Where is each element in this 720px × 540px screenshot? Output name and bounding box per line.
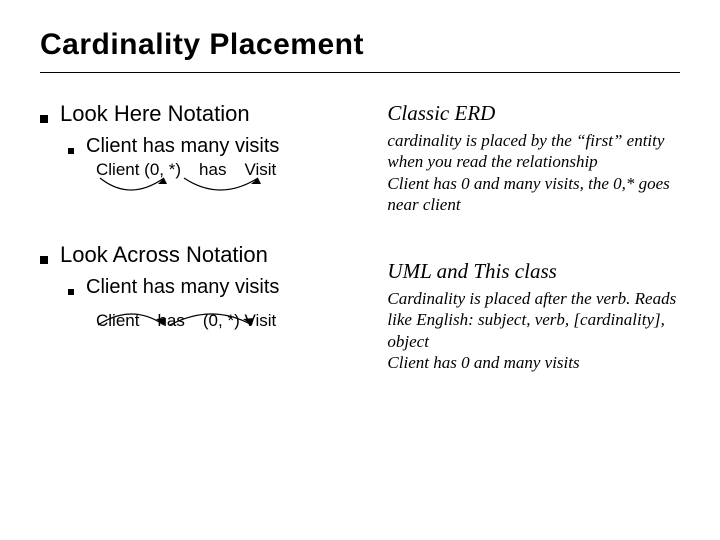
right-body-1: cardinality is placed by the “first” ent…	[387, 130, 680, 215]
bullet-icon	[68, 148, 74, 154]
arc-svg	[92, 301, 342, 327]
right-body-2: Cardinality is placed after the verb. Re…	[387, 288, 680, 373]
diagram-look-across: Client has (0, *) Visit	[96, 311, 363, 351]
right-sec2: UML and This class Cardinality is placed…	[387, 259, 680, 373]
right-heading-2: UML and This class	[387, 259, 680, 284]
heading-look-here: Look Here Notation	[60, 101, 250, 127]
sub-look-across: Client has many visits	[86, 276, 279, 299]
sub-look-here: Client has many visits	[86, 135, 279, 158]
diagram-arcs	[96, 178, 363, 200]
bullet-lvl1: Look Here Notation	[40, 101, 363, 127]
diagram-arcs	[96, 329, 363, 351]
right-sec1: Classic ERD cardinality is placed by the…	[387, 101, 680, 215]
slide-title: Cardinality Placement	[40, 28, 680, 73]
bullet-icon	[40, 115, 48, 123]
section-look-across: Look Across Notation Client has many vis…	[40, 242, 363, 351]
diagram-look-here: Client (0, *) has Visit	[96, 160, 363, 200]
content-columns: Look Here Notation Client has many visit…	[40, 101, 680, 373]
section-look-here: Look Here Notation Client has many visit…	[40, 101, 363, 200]
right-heading-1: Classic ERD	[387, 101, 680, 126]
arc-svg	[90, 174, 320, 200]
left-column: Look Here Notation Client has many visit…	[40, 101, 363, 373]
heading-look-across: Look Across Notation	[60, 242, 268, 268]
bullet-icon	[68, 289, 74, 295]
bullet-lvl2: Client has many visits	[68, 135, 363, 158]
bullet-lvl2: Client has many visits	[68, 276, 363, 299]
bullet-icon	[40, 256, 48, 264]
bullet-lvl1: Look Across Notation	[40, 242, 363, 268]
right-column: Classic ERD cardinality is placed by the…	[387, 101, 680, 373]
